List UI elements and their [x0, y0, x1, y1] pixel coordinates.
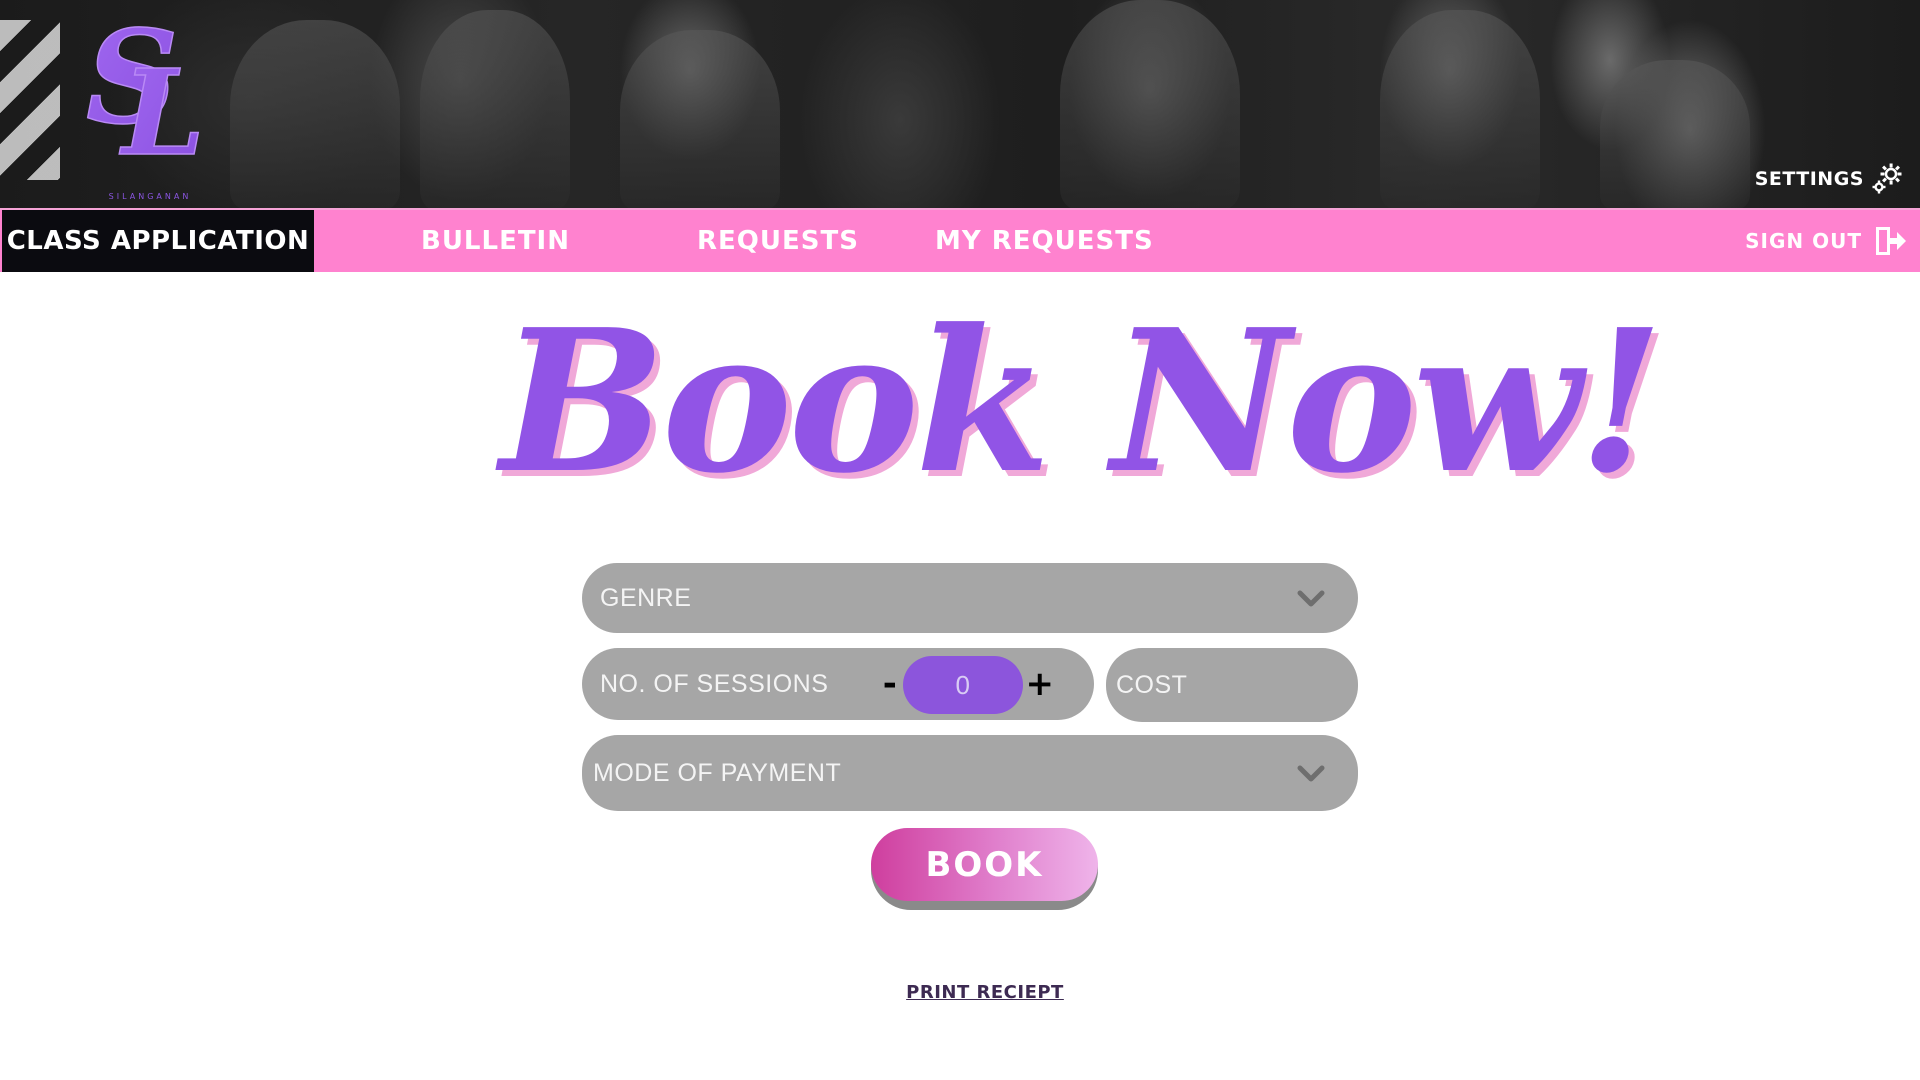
main-nav: CLASS APPLICATION BULLETIN REQUESTS MY R…: [0, 208, 1920, 272]
banner-dancer: [1060, 0, 1240, 210]
page-title: Book Now!: [500, 287, 1664, 517]
banner-dancer: [420, 10, 570, 210]
settings-label: SETTINGS: [1754, 168, 1864, 190]
svg-text:L: L: [119, 43, 205, 182]
logo-subtext: SILANGANAN: [108, 192, 192, 201]
book-button[interactable]: BOOK: [871, 828, 1098, 910]
sessions-count[interactable]: 0: [903, 656, 1023, 714]
chevron-down-icon: [1297, 765, 1325, 782]
print-receipt-link[interactable]: PRINT RECIEPT: [860, 982, 1110, 1003]
sign-out-button[interactable]: SIGN OUT: [1745, 210, 1908, 272]
gear-icon: [1872, 163, 1902, 194]
sign-out-icon: [1876, 227, 1906, 255]
banner-dancer: [230, 20, 400, 210]
genre-placeholder: GENRE: [600, 583, 692, 612]
sign-out-label: SIGN OUT: [1745, 229, 1862, 253]
banner-dancer: [620, 30, 780, 210]
cost-field[interactable]: COST: [1106, 648, 1358, 722]
settings-button[interactable]: SETTINGS: [1755, 162, 1904, 196]
chevron-down-icon: [1297, 590, 1325, 607]
banner-backdrop-graphic: [0, 20, 60, 180]
banner-dancer: [1380, 10, 1540, 210]
tab-my-requests[interactable]: MY REQUESTS: [935, 210, 1154, 272]
payment-placeholder: MODE OF PAYMENT: [593, 758, 842, 787]
sessions-field: NO. OF SESSIONS - 0 +: [582, 648, 1094, 720]
silanganan-logo: S L: [85, 4, 205, 183]
tab-class-application[interactable]: CLASS APPLICATION: [2, 210, 314, 272]
tab-bulletin[interactable]: BULLETIN: [421, 210, 570, 272]
book-button-label: BOOK: [871, 828, 1098, 901]
sessions-increment-button[interactable]: +: [1020, 648, 1060, 720]
payment-mode-select[interactable]: MODE OF PAYMENT: [582, 735, 1358, 811]
banner-dancer: [1600, 60, 1750, 210]
cost-placeholder: COST: [1116, 670, 1188, 699]
sessions-label: NO. OF SESSIONS: [600, 669, 829, 698]
genre-select[interactable]: GENRE: [582, 563, 1358, 633]
tab-requests[interactable]: REQUESTS: [697, 210, 859, 272]
hero-banner: S L SILANGANAN SETTINGS: [0, 0, 1920, 210]
